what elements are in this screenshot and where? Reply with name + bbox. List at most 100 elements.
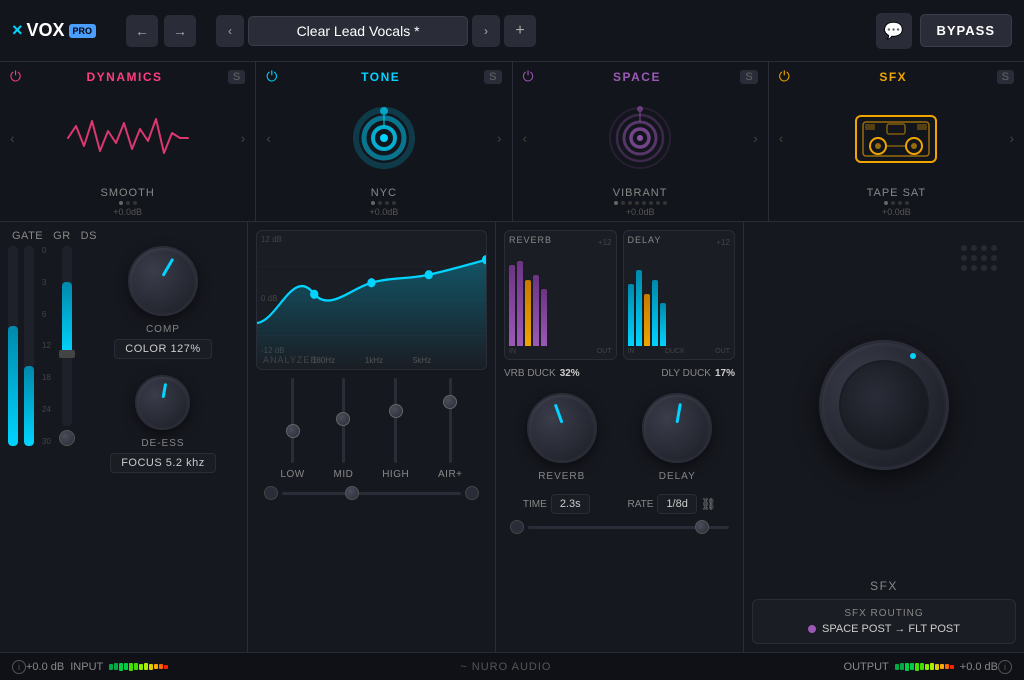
tone-h-slider-thumb-1[interactable] — [345, 486, 359, 500]
dynamics-prev-button[interactable]: ‹ — [10, 130, 15, 146]
dynamics-icon-area: ‹ › — [0, 89, 255, 187]
delay-knob-group: DELAY — [642, 393, 712, 482]
sfx-icon-area: ‹ › — [769, 89, 1024, 187]
eq-curve-svg — [257, 231, 486, 369]
tone-next-button[interactable]: › — [497, 130, 502, 146]
space-next-button[interactable]: › — [753, 130, 758, 146]
space-prev-button[interactable]: ‹ — [523, 130, 528, 146]
space-dot-7 — [656, 201, 660, 205]
add-preset-button[interactable]: + — [504, 15, 536, 47]
sfx-header: ⏻ SFX S — [769, 68, 1024, 85]
tone-dot-1 — [371, 201, 375, 205]
input-info-icon[interactable]: i — [12, 660, 26, 674]
dynamics-power-button[interactable]: ⏻ — [10, 68, 21, 85]
output-seg-6 — [920, 663, 924, 670]
sfx-s-button[interactable]: S — [997, 70, 1014, 84]
logo-vox: VOX — [27, 20, 65, 41]
routing-dot-icon — [808, 625, 816, 633]
space-h-slider-track[interactable] — [528, 526, 729, 529]
vrb-duck-group: VRB DUCK 32% — [504, 368, 580, 379]
focus-display[interactable]: FOCUS 5.2 khz — [110, 453, 216, 473]
tone-h-slider-mid-handle[interactable] — [465, 486, 479, 500]
sfx-dot-4 — [905, 201, 909, 205]
low-slider[interactable] — [291, 378, 294, 463]
dynamics-dots — [119, 201, 137, 205]
redo-button[interactable]: → — [164, 15, 196, 47]
sfx-power-button[interactable]: ⏻ — [779, 68, 790, 85]
bypass-button[interactable]: BYPASS — [920, 14, 1013, 47]
bottom-bar: i +0.0 dB INPUT ~ NURO AUDIO OUTPUT — [0, 652, 1024, 680]
undo-button[interactable]: ← — [126, 15, 158, 47]
time-value-badge[interactable]: 2.3s — [551, 494, 590, 514]
space-h-slider-thumb[interactable] — [695, 520, 709, 534]
sync-icon[interactable]: ⛓ — [701, 497, 716, 511]
sfx-knob-dot — [910, 353, 916, 359]
comp-knob[interactable] — [128, 246, 198, 316]
rate-value-badge[interactable]: 1/8d — [657, 494, 696, 514]
logo-area: × VOX PRO — [12, 20, 96, 41]
output-seg-4 — [910, 663, 914, 670]
prev-preset-button[interactable]: ‹ — [216, 15, 244, 47]
space-dot-6 — [649, 201, 653, 205]
sfx-next-button[interactable]: › — [1009, 130, 1014, 146]
dynamics-s-button[interactable]: S — [228, 70, 245, 84]
preset-name[interactable]: Clear Lead Vocals * — [248, 16, 468, 46]
low-slider-track — [291, 378, 294, 463]
duck-params-row: VRB DUCK 32% DLY DUCK 17% — [504, 368, 735, 379]
sfx-panel-label: SFX — [752, 579, 1016, 593]
tone-header: ⏻ TONE S — [256, 68, 511, 85]
high-label: HIGH — [382, 469, 409, 480]
dynamics-panel: GATE GR DS 0 3 6 12 18 — [0, 222, 248, 652]
tone-s-button[interactable]: S — [484, 70, 501, 84]
comment-button[interactable]: 💬 — [876, 13, 912, 49]
de-ess-section: DE-ESS FOCUS 5.2 khz — [110, 375, 216, 473]
preset-area: ‹ Clear Lead Vocals * › + — [216, 15, 536, 47]
sfx-prev-button[interactable]: ‹ — [779, 130, 784, 146]
tone-h-slider-left-handle[interactable] — [264, 486, 278, 500]
tone-panel: 12 dB 0 dB -12 dB ANALYZER — [248, 222, 496, 652]
sfx-big-knob-area — [752, 230, 1016, 579]
space-slider-left-handle[interactable] — [510, 520, 524, 534]
mid-slider-thumb[interactable] — [336, 412, 350, 426]
dly-duck-value: 17% — [715, 368, 735, 379]
sfx-routing-value[interactable]: SPACE POST → FLT POST — [765, 623, 1003, 635]
ds-handle[interactable] — [59, 430, 75, 446]
next-preset-button[interactable]: › — [472, 15, 500, 47]
freq-5khz: 5kHz — [413, 356, 431, 365]
sfx-cassette-icon — [851, 108, 941, 168]
time-group: TIME 2.3s — [523, 494, 590, 514]
mid-label: MID — [334, 469, 354, 480]
ds-slider-group — [59, 246, 75, 446]
tone-dot-4 — [392, 201, 396, 205]
ds-slider-thumb[interactable] — [59, 350, 75, 358]
gr-meter — [24, 246, 34, 446]
reverb-meter-header: REVERB +12 — [509, 235, 612, 249]
air-slider-thumb[interactable] — [443, 395, 457, 409]
output-seg-7 — [925, 664, 929, 670]
output-info-icon[interactable]: i — [998, 660, 1012, 674]
input-seg-11 — [159, 664, 163, 669]
delay-knob[interactable] — [642, 393, 712, 463]
reverb-bar-2 — [517, 261, 523, 347]
gate-meter — [8, 246, 18, 446]
ds-slider-track[interactable] — [62, 246, 72, 426]
mid-slider[interactable] — [342, 378, 345, 463]
tone-power-button[interactable]: ⏻ — [266, 68, 277, 85]
air-slider[interactable] — [449, 378, 452, 463]
ds-label: DS — [81, 230, 97, 242]
color-display[interactable]: COLOR 127% — [114, 339, 211, 359]
high-slider[interactable] — [394, 378, 397, 463]
high-slider-thumb[interactable] — [389, 404, 403, 418]
space-s-button[interactable]: S — [740, 70, 757, 84]
freq-180hz: 180Hz — [312, 356, 335, 365]
low-slider-thumb[interactable] — [286, 424, 300, 438]
output-seg-1 — [895, 664, 899, 670]
de-ess-knob[interactable] — [135, 375, 190, 430]
tone-h-slider-track-1[interactable] — [282, 492, 461, 495]
sfx-dots — [884, 201, 909, 205]
reverb-knob[interactable] — [527, 393, 597, 463]
dynamics-next-button[interactable]: › — [241, 130, 246, 146]
tone-prev-button[interactable]: ‹ — [266, 130, 271, 146]
sfx-main-knob[interactable] — [819, 340, 949, 470]
space-power-button[interactable]: ⏻ — [523, 68, 534, 85]
